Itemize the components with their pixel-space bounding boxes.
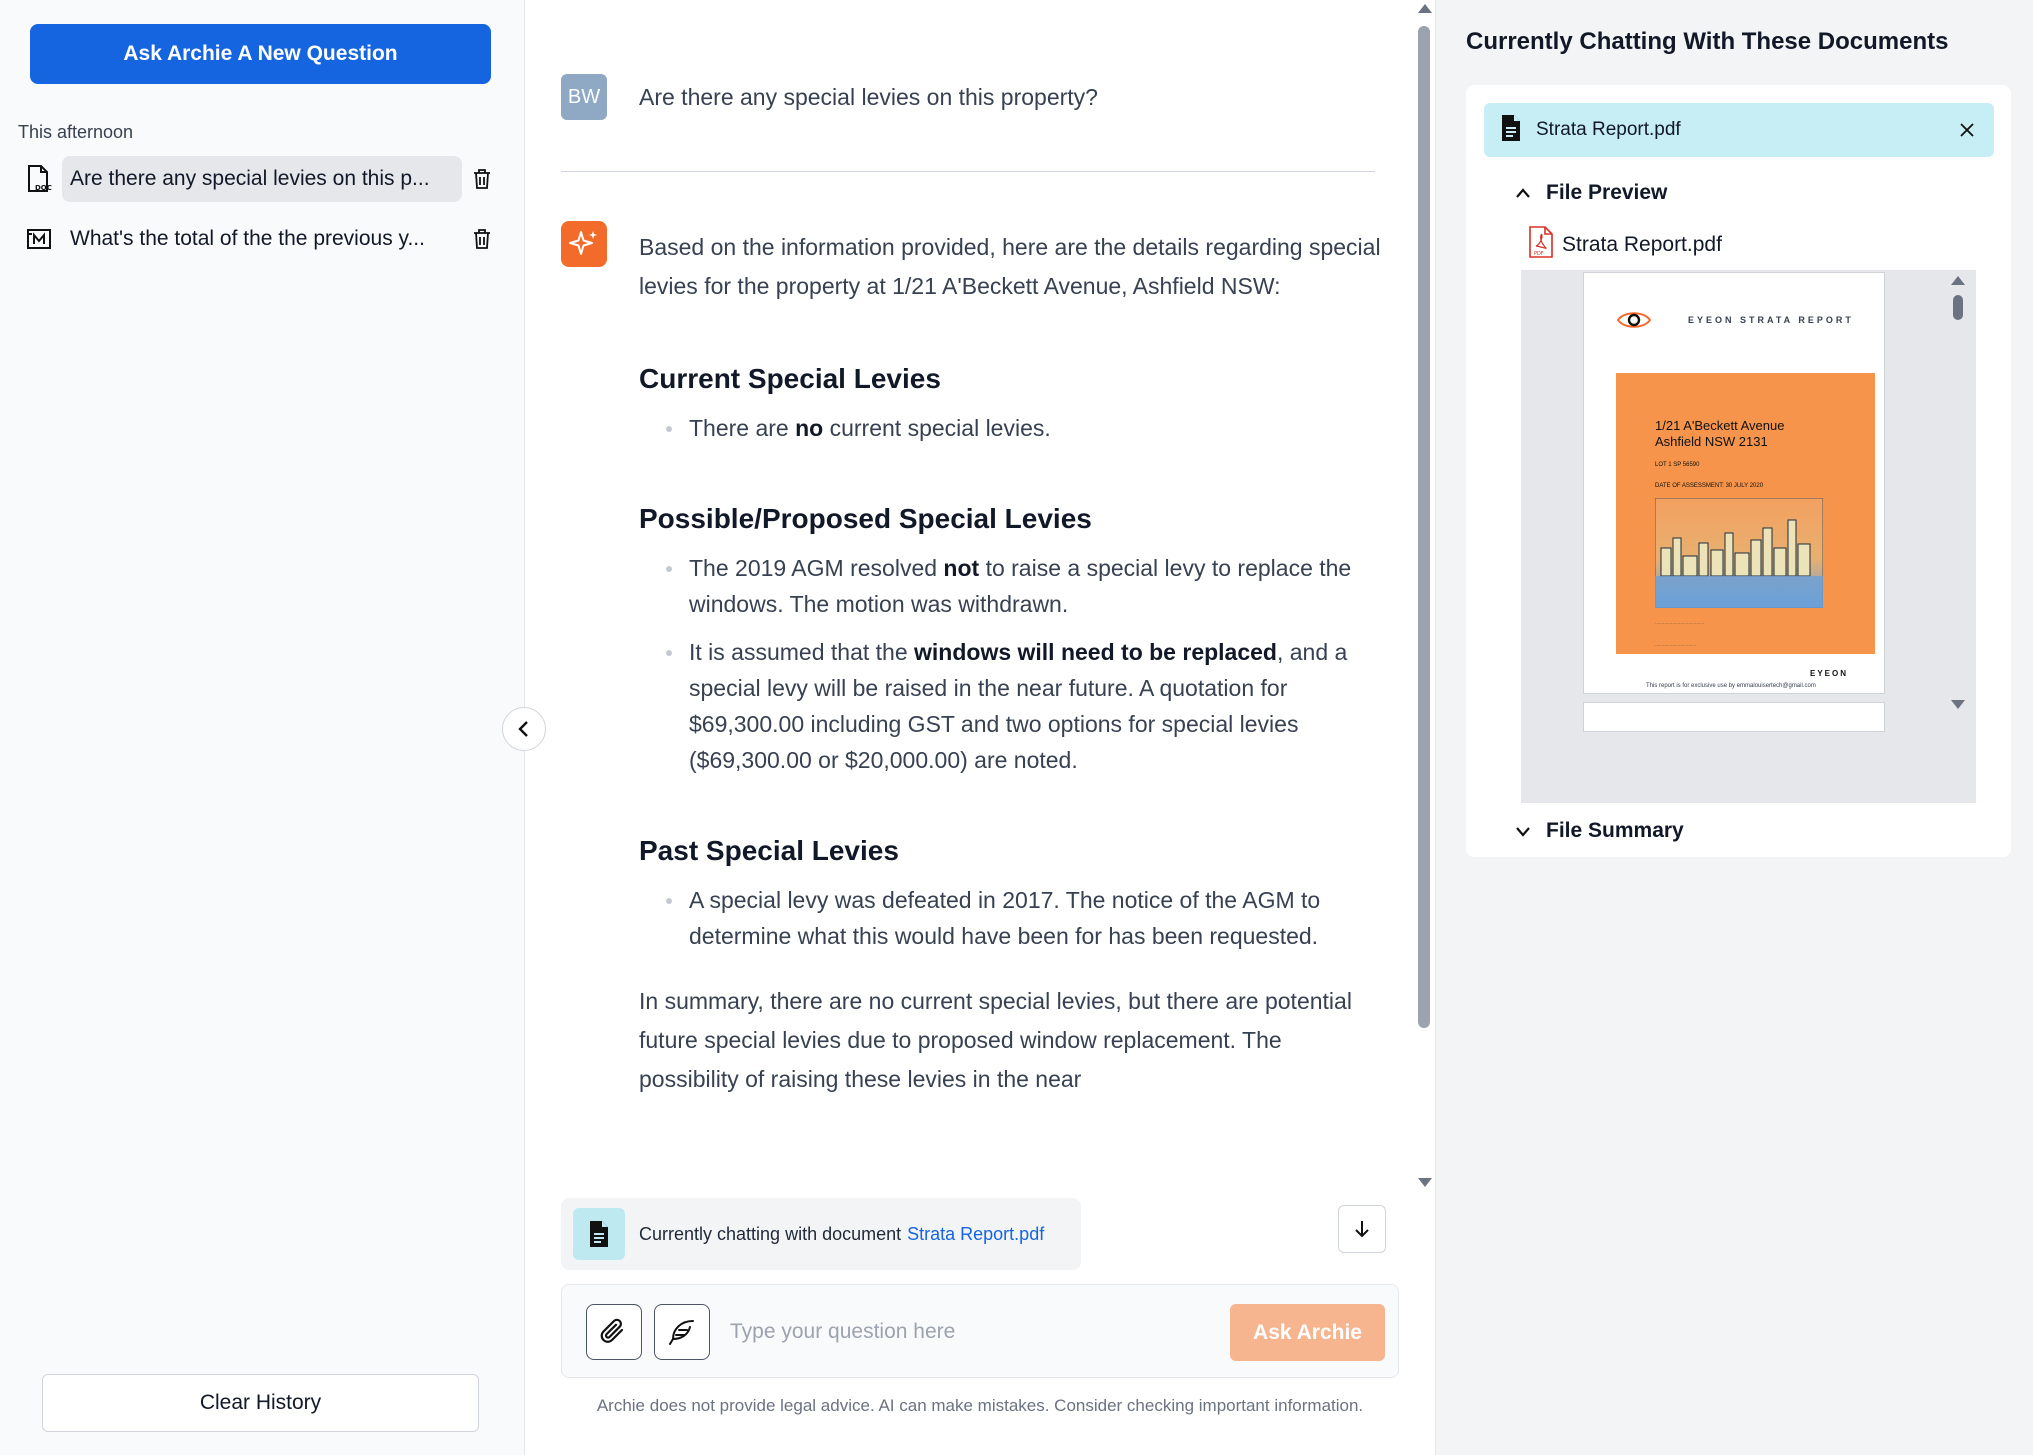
document-tab-name: Strata Report.pdf xyxy=(1536,119,1681,140)
answer-summary: In summary, there are no current special… xyxy=(639,988,1352,1092)
page-brand: EYEON STRATA REPORT xyxy=(1688,315,1854,325)
chat-messages[interactable]: BW Are there any special levies on this … xyxy=(526,0,1414,1195)
bullet-list: A special levy was defeated in 2017. The… xyxy=(639,882,1384,954)
preview-file-name: Strata Report.pdf xyxy=(1562,233,1722,256)
collapse-sidebar-button[interactable] xyxy=(502,707,546,751)
disclaimer-text: Archie does not provide legal advice. AI… xyxy=(596,1396,1364,1415)
chat-area: BW Are there any special levies on this … xyxy=(526,0,1434,1455)
chevron-down-icon xyxy=(1510,818,1536,844)
history-item[interactable]: DOC Are there any special levies on this… xyxy=(24,156,494,202)
svg-text:DOC: DOC xyxy=(35,184,52,192)
documents-panel: Currently Chatting With These Documents … xyxy=(1435,0,2033,1455)
scroll-down-arrow-icon[interactable] xyxy=(1951,700,1965,709)
mail-file-icon xyxy=(24,224,54,254)
arrow-down-icon xyxy=(1355,1221,1369,1238)
doc-file-icon: DOC xyxy=(24,164,54,194)
list-item: A special levy was defeated in 2017. The… xyxy=(666,882,1384,954)
answer-intro: Based on the information provided, here … xyxy=(639,234,1381,299)
list-item: The 2019 AGM resolved not to raise a spe… xyxy=(666,550,1384,622)
scroll-up-arrow-icon[interactable] xyxy=(1951,276,1965,285)
page-logo: EYEON xyxy=(1810,669,1849,678)
history-item-label[interactable]: What's the total of the the previous y..… xyxy=(62,216,462,262)
current-document-chip: Currently chatting with document Strata … xyxy=(561,1198,1081,1270)
scroll-up-arrow-icon[interactable] xyxy=(1418,4,1432,13)
scroll-down-arrow-icon[interactable] xyxy=(1418,1178,1432,1187)
scrollbar-thumb[interactable] xyxy=(1953,295,1963,320)
delete-icon[interactable] xyxy=(470,227,494,251)
current-document-link[interactable]: Strata Report.pdf xyxy=(907,1224,1044,1245)
document-tab[interactable]: Strata Report.pdf xyxy=(1484,103,1994,157)
user-question: Are there any special levies on this pro… xyxy=(639,84,1098,110)
section-heading: Past Special Levies xyxy=(639,835,899,866)
current-document-label: Currently chatting with document xyxy=(639,1223,902,1244)
sparkle-icon xyxy=(561,221,607,267)
scrollbar-thumb[interactable] xyxy=(1418,26,1430,1028)
document-icon xyxy=(1500,114,1522,147)
delete-icon[interactable] xyxy=(470,167,494,191)
page-date: DATE OF ASSESSMENT: 30 JULY 2020 xyxy=(1655,483,1764,489)
question-composer: Ask Archie xyxy=(561,1284,1399,1378)
page-address-line1: 1/21 A'Beckett Avenue xyxy=(1655,418,1785,433)
page-contact-line: ····································· xyxy=(1655,621,1705,626)
document-card: Strata Report.pdf File Preview PDF Strat… xyxy=(1466,85,2011,857)
message-divider xyxy=(561,171,1375,172)
section-heading: Possible/Proposed Special Levies xyxy=(639,503,1092,534)
panel-title: Currently Chatting With These Documents xyxy=(1466,28,1949,55)
file-summary-toggle[interactable]: File Summary xyxy=(1510,818,1684,844)
close-icon[interactable] xyxy=(1954,117,1980,143)
pdf-page-next xyxy=(1583,702,1885,732)
file-summary-label: File Summary xyxy=(1546,819,1684,842)
document-icon xyxy=(573,1208,625,1260)
file-preview-label: File Preview xyxy=(1546,181,1668,204)
eye-logo-icon xyxy=(1616,312,1652,328)
skyline-image xyxy=(1655,498,1823,608)
assistant-answer: Based on the information provided, here … xyxy=(639,228,1384,1099)
page-footer: This report is for exclusive use by emma… xyxy=(1646,683,1816,689)
question-input[interactable] xyxy=(730,1309,1210,1355)
file-preview-toggle[interactable]: File Preview xyxy=(1510,180,1667,206)
pdf-page: EYEON STRATA REPORT 1/21 A'Beckett Avenu… xyxy=(1583,272,1885,694)
user-avatar: BW xyxy=(561,74,607,120)
bullet-list: The 2019 AGM resolved not to raise a spe… xyxy=(639,550,1384,778)
page-tagline: ······························· xyxy=(1655,643,1697,648)
pdf-file-icon: PDF xyxy=(1528,226,1554,264)
chevron-left-icon xyxy=(518,721,528,737)
history-sidebar: Ask Archie A New Question This afternoon… xyxy=(0,0,525,1455)
page-lot: LOT 1 SP 56590 xyxy=(1655,462,1700,468)
paperclip-icon xyxy=(600,1318,624,1343)
history-item[interactable]: What's the total of the the previous y..… xyxy=(24,216,494,262)
scroll-to-bottom-button[interactable] xyxy=(1338,1205,1386,1253)
ask-archie-button[interactable]: Ask Archie xyxy=(1230,1304,1385,1361)
attach-button[interactable] xyxy=(586,1304,642,1360)
chat-scrollbar[interactable] xyxy=(1414,0,1434,1195)
clear-history-button[interactable]: Clear History xyxy=(42,1374,479,1432)
prompt-button[interactable] xyxy=(654,1304,710,1360)
history-item-label[interactable]: Are there any special levies on this p..… xyxy=(62,156,462,202)
pdf-preview[interactable]: EYEON STRATA REPORT 1/21 A'Beckett Avenu… xyxy=(1521,270,1976,803)
page-address-line2: Ashfield NSW 2131 xyxy=(1655,434,1768,449)
chevron-up-icon xyxy=(1510,180,1536,206)
bullet-list: There are no current special levies. xyxy=(639,410,1384,446)
new-question-button[interactable]: Ask Archie A New Question xyxy=(30,24,491,84)
list-item: It is assumed that the windows will need… xyxy=(666,634,1384,778)
preview-scrollbar[interactable] xyxy=(1946,270,1968,718)
list-item: There are no current special levies. xyxy=(666,410,1384,446)
feather-pen-icon xyxy=(669,1320,694,1345)
section-heading: Current Special Levies xyxy=(639,363,941,394)
history-group-label: This afternoon xyxy=(18,122,134,142)
preview-file: PDF Strata Report.pdf xyxy=(1528,226,1722,264)
svg-text:PDF: PDF xyxy=(1534,251,1544,257)
